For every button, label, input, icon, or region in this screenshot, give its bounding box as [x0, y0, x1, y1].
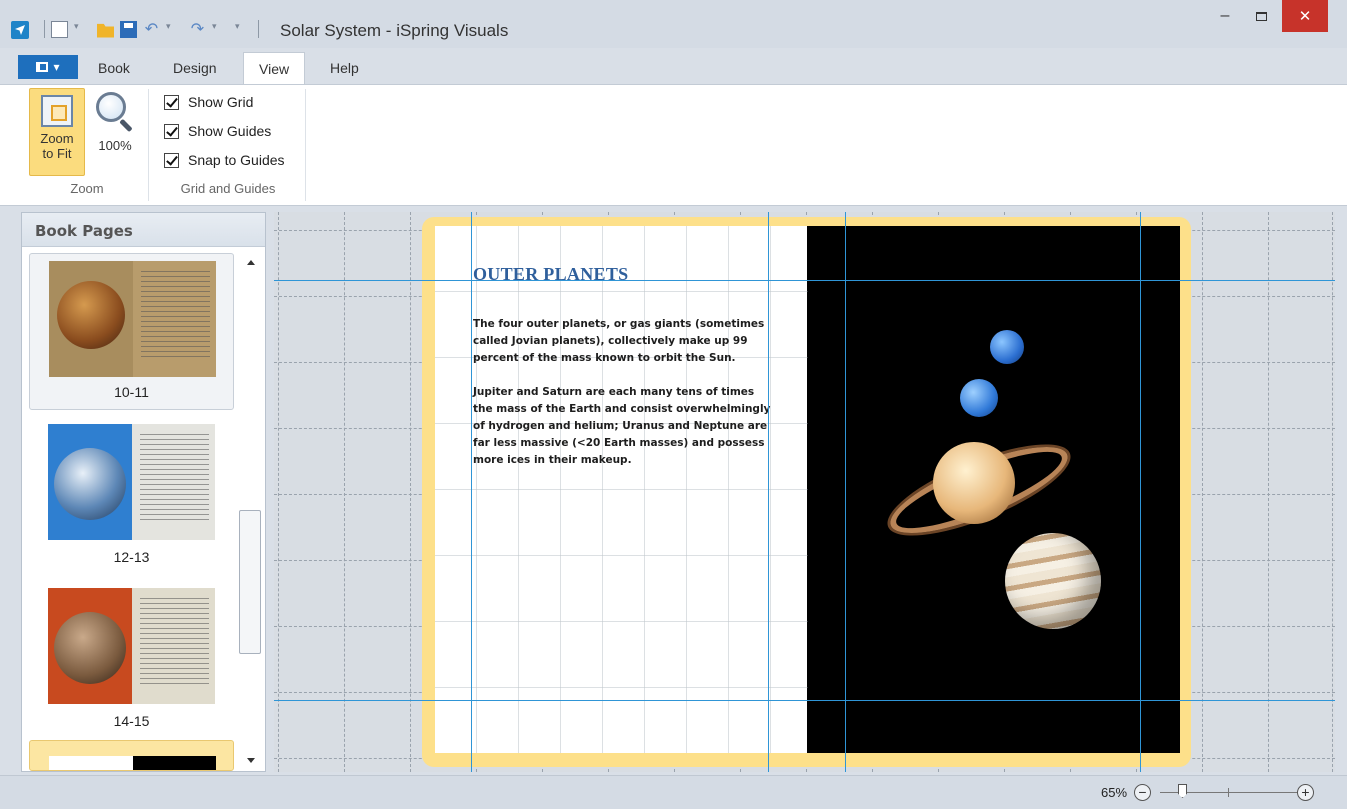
zoom-slider-thumb[interactable]: [1178, 784, 1187, 798]
thumbnail-image: [48, 424, 215, 540]
checkbox-icon: [164, 152, 179, 168]
zoom-to-fit-button[interactable]: Zoom to Fit: [29, 88, 85, 176]
page-thumbnail-next[interactable]: [29, 740, 234, 771]
undo-dropdown-icon[interactable]: ▾: [166, 21, 183, 38]
page-thumbnail-10-11[interactable]: 10-11: [29, 253, 234, 410]
redo-dropdown-icon[interactable]: ▾: [212, 21, 229, 38]
thumbnail-image: [49, 261, 216, 377]
page-grid-overlay: [435, 226, 808, 753]
guide-line[interactable]: [471, 212, 472, 772]
neptune-image: [990, 330, 1024, 364]
saturn-image: [933, 442, 1015, 524]
thumbnail-image: [48, 588, 215, 704]
page-body-text[interactable]: The four outer planets, or gas giants (s…: [473, 316, 773, 486]
tab-view[interactable]: View: [243, 52, 306, 85]
divider: [305, 89, 306, 201]
show-grid-checkbox[interactable]: Show Grid: [164, 94, 253, 110]
tab-help[interactable]: Help: [330, 52, 359, 84]
guide-line[interactable]: [274, 700, 1335, 701]
checkbox-icon: [164, 123, 179, 139]
new-dropdown-icon[interactable]: ▾: [74, 21, 91, 38]
close-button[interactable]: ✕: [1282, 0, 1328, 32]
tab-design[interactable]: Design: [173, 52, 217, 84]
new-icon[interactable]: [51, 20, 68, 38]
tab-book[interactable]: Book: [98, 52, 130, 84]
page-thumbnail-14-15[interactable]: 14-15: [29, 583, 234, 740]
checkbox-icon: [164, 94, 179, 110]
snap-to-guides-checkbox[interactable]: Snap to Guides: [164, 152, 285, 168]
zoom-to-fit-label-1: Zoom: [40, 131, 74, 146]
app-icon[interactable]: [11, 21, 29, 39]
guide-line[interactable]: [1140, 212, 1141, 772]
grid-guides-group-label: Grid and Guides: [180, 181, 276, 196]
page-heading[interactable]: OUTER PLANETS: [473, 264, 628, 285]
scroll-up-icon[interactable]: [247, 260, 255, 265]
maximize-icon: [1255, 11, 1267, 21]
show-guides-label: Show Guides: [188, 123, 272, 139]
zoom-in-button[interactable]: +: [1297, 784, 1314, 801]
window-title: Solar System - iSpring Visuals: [280, 21, 509, 40]
uranus-image: [960, 379, 998, 417]
book-pages-panel: Book Pages 10-11 12-13 14-15: [21, 212, 266, 772]
snap-to-guides-label: Snap to Guides: [188, 152, 285, 168]
show-grid-label: Show Grid: [188, 94, 254, 110]
guide-line[interactable]: [768, 212, 769, 772]
menu-icon: [36, 62, 49, 72]
undo-icon[interactable]: ↶: [143, 21, 160, 38]
redo-icon[interactable]: ↷: [189, 21, 206, 38]
open-icon[interactable]: [97, 23, 114, 38]
divider: [258, 20, 259, 38]
thumbnail-image: [49, 756, 216, 770]
scroll-thumb[interactable]: [239, 510, 261, 654]
pages-scrollbar[interactable]: [236, 248, 264, 771]
guide-line[interactable]: [845, 212, 846, 772]
scroll-down-icon[interactable]: [247, 758, 255, 763]
title-bar: ▾ ↶ ▾ ↷ ▾ ▾ Solar System - iSpring Visua…: [0, 0, 1347, 48]
zoom-slider-tick: [1228, 788, 1229, 797]
file-menu-button[interactable]: ▾: [18, 55, 78, 79]
zoom-to-fit-icon: [41, 95, 73, 127]
save-icon[interactable]: [120, 20, 137, 38]
thumbnail-label: 10-11: [114, 384, 149, 400]
maximize-button[interactable]: [1244, 0, 1278, 32]
divider: [44, 20, 45, 38]
zoom-level: 65%: [1101, 785, 1128, 800]
magnifier-icon: [96, 92, 134, 133]
thumbnail-label: 12-13: [113, 549, 150, 565]
show-guides-checkbox[interactable]: Show Guides: [164, 123, 271, 139]
ribbon-tabs: ▾ Book Design View Help: [0, 52, 1347, 85]
zoom-100-button[interactable]: 100%: [92, 88, 138, 153]
zoom-100-label: 100%: [98, 138, 132, 153]
paragraph: The four outer planets, or gas giants (s…: [473, 318, 765, 364]
zoom-out-button[interactable]: −: [1134, 784, 1151, 801]
thumbnail-label: 14-15: [113, 713, 150, 729]
panel-title: Book Pages: [22, 213, 265, 247]
minimize-button[interactable]: –: [1208, 0, 1242, 32]
zoom-group-label: Zoom: [70, 181, 104, 196]
status-bar: 65% − +: [0, 775, 1347, 809]
editor-canvas[interactable]: OUTER PLANETS The four outer planets, or…: [274, 212, 1335, 772]
customize-icon[interactable]: ▾: [235, 21, 252, 38]
zoom-to-fit-label-2: to Fit: [42, 146, 72, 161]
ribbon-body: Zoom to Fit 100% Zoom Show Grid Show Gui…: [0, 84, 1347, 206]
quick-access-toolbar: ▾ ↶ ▾ ↷ ▾ ▾: [44, 20, 259, 38]
page-thumbnail-12-13[interactable]: 12-13: [29, 419, 234, 576]
jupiter-image: [1005, 533, 1101, 629]
divider: [148, 89, 149, 201]
paragraph: Jupiter and Saturn are each many tens of…: [473, 386, 771, 466]
guide-line[interactable]: [274, 280, 1335, 281]
